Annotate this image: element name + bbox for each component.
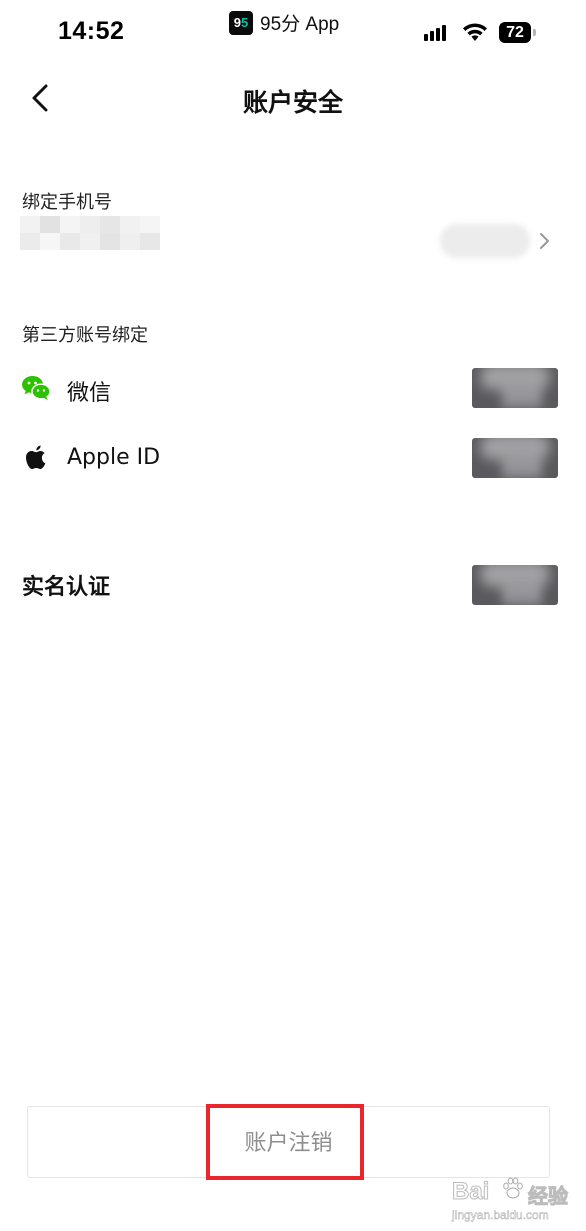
app-logo-main: 9 [233,15,241,30]
wechat-bind-row: 微信 [0,358,586,418]
watermark-brand-cn: 经验 [528,1184,569,1209]
status-bar: 14:52 95 95分 App 72 [0,0,586,60]
phone-section-label: 绑定手机号 [22,192,112,213]
phone-status-obscured [440,224,530,258]
real-name-label: 实名认证 [22,575,111,600]
phone-number-obscured [20,216,160,250]
baidu-jingyan-watermark: Bai 经验 jingyan.baidu.com [451,1172,582,1226]
battery-level: 72 [499,22,531,43]
app-name: 95分 App [260,14,340,35]
page-title: 账户安全 [242,88,343,117]
app-logo-icon: 95 [229,10,253,35]
third-party-section-label: 第三方账号绑定 [22,325,148,346]
wifi-icon [463,23,487,41]
app-indicator: 95 95分 App [229,9,339,36]
account-cancel-button[interactable]: 账户注销 [27,1106,550,1178]
apple-id-label: Apple ID [67,445,161,470]
status-time: 14:52 [58,17,125,45]
battery-cap [533,29,536,36]
wechat-icon [22,376,51,400]
chevron-right-icon [540,233,549,249]
watermark-brand: Bai [451,1178,490,1206]
nav-bar: 账户安全 [0,70,586,130]
real-name-row: 实名认证 [0,553,586,613]
wechat-label: 微信 [67,381,112,406]
account-cancel-label: 账户注销 [244,1130,333,1155]
signal-icon [424,25,446,41]
apple-id-bind-row: Apple ID [0,428,586,488]
wechat-bind-button[interactable] [472,368,558,408]
apple-id-bind-button[interactable] [472,438,558,478]
watermark-url: jingyan.baidu.com [452,1208,549,1223]
paw-icon [503,1177,523,1199]
app-logo-accent: 5 [241,15,249,30]
apple-icon [26,445,46,469]
battery-icon: 72 [499,22,536,43]
real-name-button[interactable] [472,565,558,605]
